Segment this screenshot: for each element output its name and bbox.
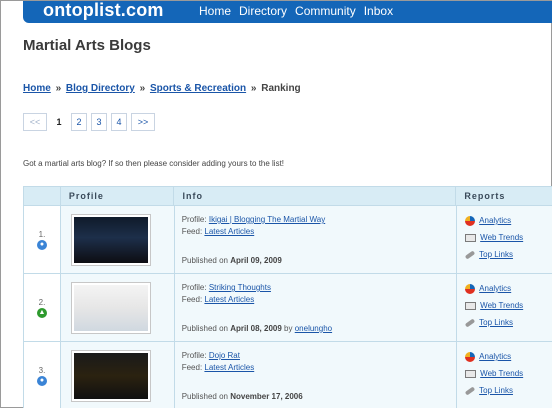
- nav-directory[interactable]: Directory: [239, 4, 287, 18]
- rank-unchanged-icon: ●: [36, 239, 47, 250]
- profile-link[interactable]: Striking Thoughts: [209, 283, 271, 292]
- top-links-link[interactable]: Top Links: [479, 250, 513, 259]
- breadcrumb-sports-recreation[interactable]: Sports & Recreation: [150, 83, 246, 94]
- table-header: Profile Info Reports: [23, 186, 552, 206]
- feed-label: Feed:: [181, 227, 203, 236]
- pager-page-current: 1: [51, 113, 67, 131]
- breadcrumb-current: Ranking: [261, 83, 301, 94]
- feed-label: Feed:: [181, 295, 203, 304]
- rank-unchanged-icon: ●: [36, 375, 47, 386]
- author-link[interactable]: onelungho: [295, 324, 332, 333]
- reports-cell: Analytics Web Trends Top Links: [456, 274, 552, 341]
- top-links-icon: [464, 249, 476, 260]
- top-links-icon: [464, 385, 476, 396]
- header-profile: Profile: [59, 187, 174, 205]
- web-trends-link[interactable]: Web Trends: [480, 233, 523, 242]
- web-trends-icon: [465, 301, 477, 310]
- intro-text: Got a martial arts blog? If so then plea…: [23, 159, 285, 168]
- breadcrumb-blog-directory[interactable]: Blog Directory: [66, 83, 135, 94]
- rank-number: 1.: [38, 229, 46, 239]
- table-row: 2. ▲ Profile: Striking Thoughts Feed: La…: [23, 274, 552, 342]
- profile-label: Profile:: [181, 351, 207, 360]
- blog-thumbnail[interactable]: [70, 282, 151, 334]
- profile-label: Profile:: [181, 283, 207, 292]
- rank-up-icon: ▲: [36, 307, 47, 318]
- feed-link[interactable]: Latest Articles: [204, 295, 254, 304]
- nav-inbox[interactable]: Inbox: [364, 4, 393, 18]
- blog-thumbnail[interactable]: [70, 350, 151, 402]
- analytics-icon: [465, 283, 476, 294]
- table-row: 1. ● Profile: Ikigai | Blogging The Mart…: [23, 206, 552, 274]
- breadcrumb-separator: »: [139, 83, 146, 94]
- pager-next-button[interactable]: >>: [131, 113, 155, 131]
- thumbnail-cell: [59, 274, 174, 341]
- main-nav: Home Directory Community Inbox: [199, 4, 393, 18]
- analytics-link[interactable]: Analytics: [479, 284, 511, 293]
- ranking-table: Profile Info Reports 1. ● Profile: Ikiga…: [23, 186, 552, 408]
- feed-link[interactable]: Latest Articles: [204, 363, 254, 372]
- published-line: Published on April 09, 2009: [181, 256, 282, 265]
- published-line: Published on April 08, 2009 by onelungho: [181, 324, 333, 333]
- web-trends-link[interactable]: Web Trends: [480, 369, 523, 378]
- rank-cell: 3. ●: [24, 342, 60, 408]
- profile-label: Profile:: [181, 215, 207, 224]
- pager-page-button[interactable]: 4: [111, 113, 127, 131]
- rank-number: 2.: [38, 297, 46, 307]
- rank-cell: 2. ▲: [24, 274, 60, 341]
- pagination: << 1 2 3 4 >>: [23, 113, 155, 131]
- header-rank: [24, 187, 60, 205]
- analytics-icon: [465, 351, 476, 362]
- rank-cell: 1. ●: [24, 206, 60, 273]
- profile-link[interactable]: Ikigai | Blogging The Martial Way: [209, 215, 325, 224]
- pager-page-button[interactable]: 3: [91, 113, 107, 131]
- published-date: November 17, 2006: [230, 392, 303, 401]
- analytics-icon: [465, 215, 476, 226]
- top-links-icon: [464, 317, 476, 328]
- top-links-link[interactable]: Top Links: [479, 318, 513, 327]
- web-trends-link[interactable]: Web Trends: [480, 301, 523, 310]
- analytics-link[interactable]: Analytics: [479, 352, 511, 361]
- breadcrumb-separator: »: [55, 83, 62, 94]
- info-cell: Profile: Striking Thoughts Feed: Latest …: [173, 274, 457, 341]
- pager-prev-button[interactable]: <<: [23, 113, 47, 131]
- reports-cell: Analytics Web Trends Top Links: [456, 206, 552, 273]
- header-reports: Reports: [455, 187, 552, 205]
- thumbnail-cell: [59, 342, 174, 408]
- thumbnail-cell: [59, 206, 174, 273]
- published-date: April 08, 2009: [230, 324, 282, 333]
- published-date: April 09, 2009: [230, 256, 282, 265]
- page-title: Martial Arts Blogs: [23, 37, 151, 54]
- web-trends-icon: [465, 369, 477, 378]
- feed-link[interactable]: Latest Articles: [204, 227, 254, 236]
- top-links-link[interactable]: Top Links: [479, 386, 513, 395]
- pager-page-button[interactable]: 2: [71, 113, 87, 131]
- reports-cell: Analytics Web Trends Top Links: [456, 342, 552, 408]
- info-cell: Profile: Ikigai | Blogging The Martial W…: [173, 206, 457, 273]
- blog-thumbnail[interactable]: [70, 214, 151, 266]
- rank-number: 3.: [38, 365, 46, 375]
- breadcrumb: Home » Blog Directory » Sports & Recreat…: [23, 83, 301, 94]
- info-cell: Profile: Dojo Rat Feed: Latest Articles …: [173, 342, 457, 408]
- analytics-link[interactable]: Analytics: [479, 216, 511, 225]
- breadcrumb-separator: »: [250, 83, 257, 94]
- published-line: Published on November 17, 2006: [181, 392, 303, 401]
- header-info: Info: [173, 187, 455, 205]
- site-logo[interactable]: ontoplist.com: [43, 0, 164, 21]
- nav-home[interactable]: Home: [199, 4, 231, 18]
- feed-label: Feed:: [181, 363, 203, 372]
- nav-community[interactable]: Community: [295, 4, 356, 18]
- profile-link[interactable]: Dojo Rat: [209, 351, 240, 360]
- top-bar: ontoplist.com Home Directory Community I…: [1, 0, 552, 23]
- web-trends-icon: [465, 233, 477, 242]
- table-row: 3. ● Profile: Dojo Rat Feed: Latest Arti…: [23, 342, 552, 408]
- breadcrumb-home[interactable]: Home: [23, 83, 51, 94]
